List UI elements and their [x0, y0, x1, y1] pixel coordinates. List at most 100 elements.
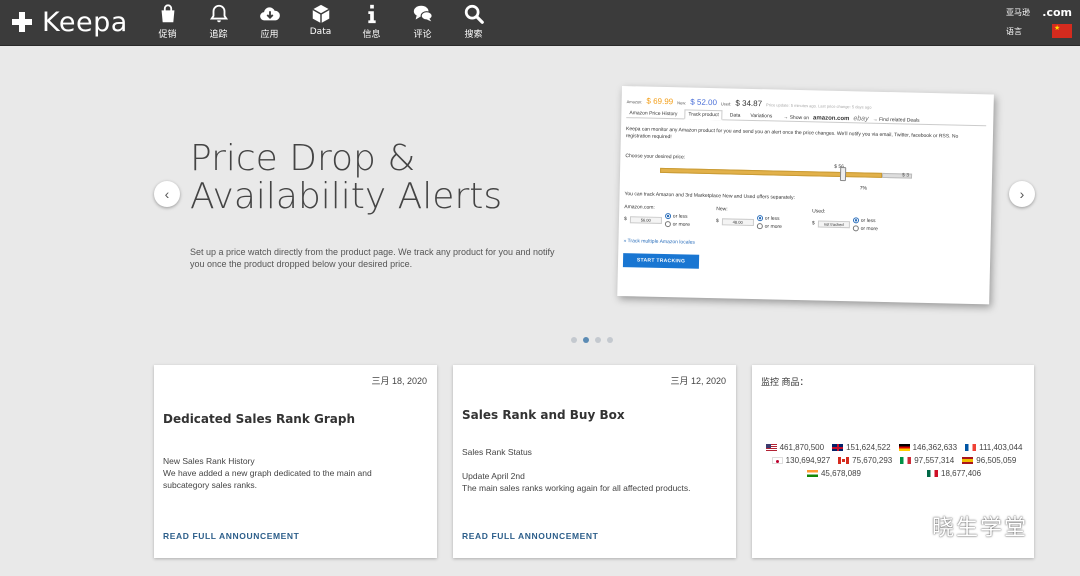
carousel-prev-button[interactable]: ‹	[154, 181, 180, 207]
start-tracking-button: START TRACKING	[622, 253, 700, 269]
nav-label: Data	[309, 27, 332, 37]
card-body-line: We have added a new graph dedicated to t…	[163, 468, 372, 490]
carousel-indicators	[571, 337, 613, 343]
nav-item-data[interactable]: Data	[295, 3, 346, 41]
amazon-logo: amazon.com	[813, 115, 850, 123]
cloud-download-icon	[259, 7, 280, 21]
stats-list: 461,870,500 151,624,522 146,362,633 111,…	[760, 441, 1028, 480]
card-body: Sales Rank Status Update April 2nd The m…	[462, 446, 717, 494]
watermark: 晓生学堂	[890, 510, 1028, 542]
price-slider-fill	[660, 167, 883, 178]
top-navbar: Keepa 促销 追踪 应用 Data 信息 评论 搜索 亚马逊 .com 语言…	[0, 0, 1080, 46]
chevron-right-icon: ›	[1019, 186, 1025, 202]
france-flag-icon	[965, 444, 977, 451]
nav-item-apps[interactable]: 应用	[244, 3, 295, 41]
slider-percent: 7%	[859, 185, 868, 192]
amazon-price: $ 69.99	[646, 96, 674, 107]
stat-value: 461,870,500	[779, 443, 825, 452]
radio-label: or less	[764, 215, 780, 222]
cube-icon	[311, 4, 330, 24]
shopping-bag-icon	[161, 4, 174, 23]
column-label: Used:	[812, 208, 826, 215]
stat-value: 75,670,293	[852, 456, 893, 465]
card-title: Sales Rank and Buy Box	[462, 408, 625, 422]
announcement-card: 三月 18, 2020 Dedicated Sales Rank Graph N…	[154, 365, 437, 558]
hero-description: Set up a price watch directly from the p…	[190, 247, 555, 269]
japan-flag-icon	[771, 457, 783, 464]
offer-column-used: Used: $ not tracked or less or more	[812, 208, 922, 233]
column-label: New:	[716, 206, 728, 213]
nav-label: 促销	[158, 30, 177, 40]
carousel-dot[interactable]	[595, 337, 601, 343]
update-note: Price update: 5 minutes ago. Last price …	[766, 102, 872, 110]
read-announcement-link[interactable]: READ FULL ANNOUNCEMENT	[163, 531, 299, 541]
tab-variations: Variations	[750, 112, 773, 120]
carousel-dot[interactable]	[607, 337, 613, 343]
radio-off-icon	[664, 221, 671, 228]
column-value: not tracked	[817, 220, 850, 229]
price-slider-handle	[839, 166, 847, 182]
nav-label: 信息	[362, 30, 381, 40]
logo-text: Keepa	[42, 6, 128, 38]
card-body: New Sales Rank History We have added a n…	[163, 455, 418, 491]
nav-label: 评论	[413, 30, 432, 40]
radio-on-icon	[756, 215, 763, 222]
stat-value: 18,677,406	[941, 469, 982, 478]
nav-item-comments[interactable]: 评论	[397, 3, 448, 41]
carousel-next-button[interactable]: ›	[1009, 181, 1035, 207]
used-label: Used:	[720, 101, 732, 107]
new-price: $ 52.00	[690, 97, 718, 108]
language-selector[interactable]: 语言	[1006, 24, 1072, 38]
radio-label: or less	[860, 217, 876, 225]
language-label: 语言	[1006, 26, 1022, 36]
stat-in: 45,678,089	[806, 469, 861, 478]
read-announcement-link[interactable]: READ FULL ANNOUNCEMENT	[462, 531, 598, 541]
us-flag-icon	[765, 444, 777, 451]
choose-price-label: Choose your desired price:	[625, 153, 686, 161]
stat-value: 130,694,927	[785, 456, 831, 465]
nav-item-tracking[interactable]: 追踪	[193, 3, 244, 41]
nav-item-search[interactable]: 搜索	[448, 3, 499, 41]
stat-value: 151,624,522	[846, 443, 891, 452]
column-value: 48.00	[721, 218, 754, 226]
keepa-cross-icon	[12, 12, 32, 32]
card-body-line: Update April 2nd	[462, 471, 525, 481]
card-title: Dedicated Sales Rank Graph	[163, 412, 356, 426]
radio-label: or more	[672, 221, 690, 229]
column-value: 56.00	[629, 216, 662, 224]
stat-value: 111,403,044	[979, 443, 1023, 452]
wechat-icon	[890, 512, 923, 538]
keepa-logo[interactable]: Keepa	[12, 4, 128, 40]
marketplace-selector[interactable]: 亚马逊 .com	[1006, 6, 1072, 19]
nav-item-info[interactable]: 信息	[346, 3, 397, 41]
tracker-intro: Keepa can monitor any Amazon product for…	[625, 126, 959, 141]
nav-items: 促销 追踪 应用 Data 信息 评论 搜索	[142, 3, 499, 41]
tab-price-history: Amazon Price History	[629, 110, 678, 118]
watermark-text: 晓生学堂	[932, 516, 1029, 541]
card-body-line: New Sales Rank History	[163, 456, 255, 466]
chevron-left-icon: ‹	[164, 186, 170, 202]
carousel-dot[interactable]	[571, 337, 577, 343]
find-deals-link: → Find related Deals	[872, 116, 920, 124]
stat-gb: 151,624,522	[832, 443, 891, 452]
stat-it: 97,557,314	[900, 456, 954, 465]
stat-fr: 111,403,044	[965, 443, 1022, 452]
radio-off-icon	[852, 225, 859, 232]
marketplace-label: 亚马逊	[1006, 8, 1030, 17]
show-on-label: → Show on	[783, 114, 810, 122]
bell-icon	[209, 4, 228, 23]
card-body-line: Sales Rank Status	[462, 447, 532, 457]
card-date: 三月 12, 2020	[670, 376, 726, 386]
radio-label: or less	[672, 213, 688, 220]
offer-columns: Amazon.com: $56.00 or less or more New: $…	[624, 204, 985, 242]
stat-de: 146,362,633	[898, 443, 957, 452]
stats-title: 监控 商品：	[761, 377, 809, 387]
nav-item-deals[interactable]: 促销	[142, 3, 193, 41]
ebay-logo: ebay	[853, 115, 869, 123]
stat-us: 461,870,500	[765, 443, 825, 452]
stat-value: 45,678,089	[820, 469, 861, 478]
mexico-flag-icon	[927, 470, 938, 477]
carousel-dot-active[interactable]	[583, 337, 589, 343]
marketplace-domain: .com	[1042, 6, 1072, 19]
used-price: $ 34.87	[735, 98, 763, 109]
